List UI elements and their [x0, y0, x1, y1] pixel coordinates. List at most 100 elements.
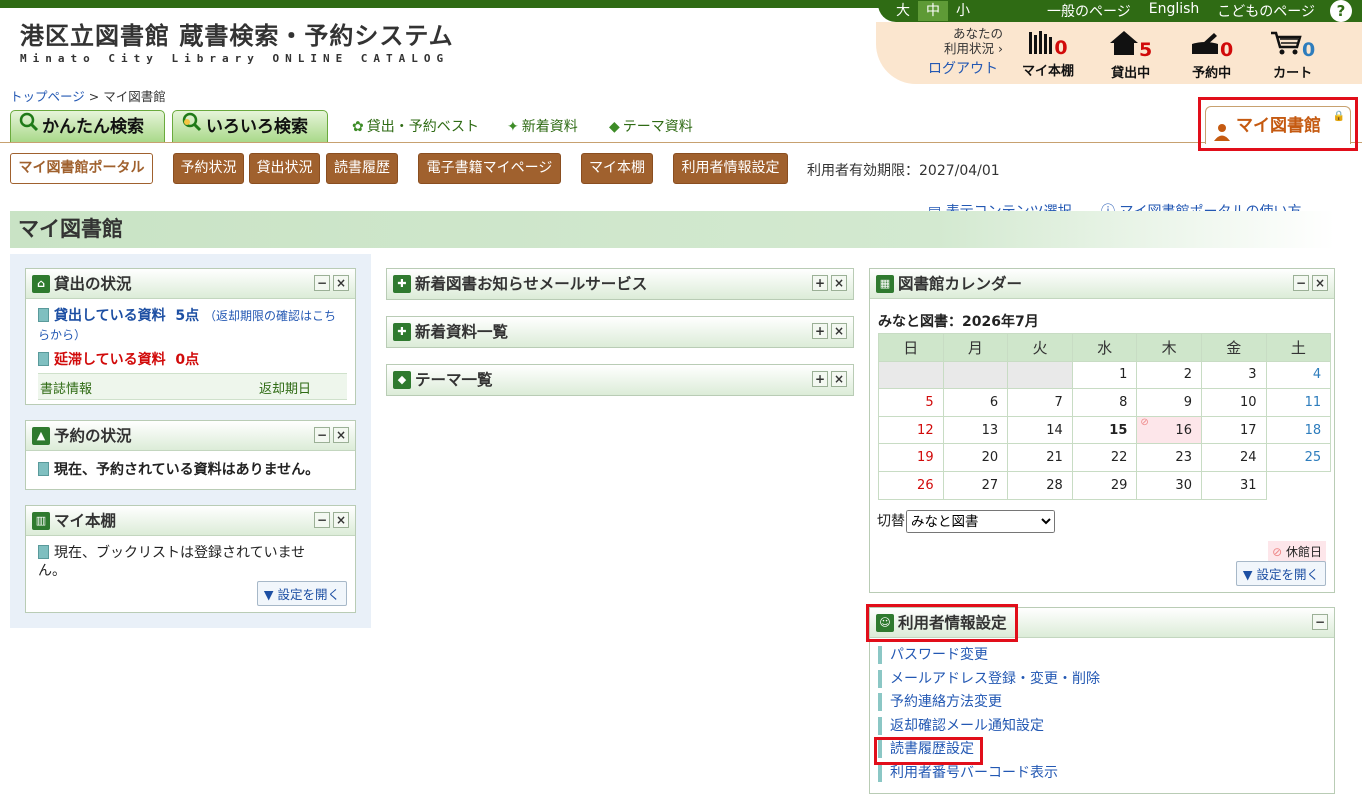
calendar-day: 9	[1136, 388, 1202, 417]
reservation-contact-link[interactable]: 予約連絡方法変更	[878, 693, 1334, 711]
calendar-week-row: 1234	[878, 360, 1332, 390]
new-items-header: ✚ 新着資料一覧 + ×	[387, 317, 853, 347]
calendar-day: 8	[1071, 388, 1138, 417]
mybookshelf-label: マイ本棚	[1022, 64, 1075, 79]
minimize-button[interactable]: −	[1312, 614, 1328, 630]
site-logo[interactable]: 港区立図書館 蔵書検索・予約システム Minato City Library O…	[20, 16, 454, 65]
weekday-header: 火	[1007, 333, 1073, 362]
reading-history-button[interactable]: 読書履歴	[326, 153, 398, 184]
breadcrumb-separator: >	[84, 89, 104, 104]
minimize-button[interactable]: −	[314, 512, 330, 528]
expand-button[interactable]: +	[812, 275, 828, 291]
english-link[interactable]: English	[1140, 1, 1209, 21]
tab-advanced-search-label: いろいろ検索	[206, 117, 308, 137]
calendar-widget: ▦ 図書館カレンダー − × みなと図書：2026年7月 日月火水木金土 123…	[869, 268, 1335, 593]
bookshelf-icon	[1028, 30, 1054, 59]
portal-button[interactable]: マイ図書館ポータル	[10, 153, 153, 184]
overdue-label: 延滞している資料	[54, 352, 166, 368]
calendar-title: 図書館カレンダー	[898, 275, 1023, 293]
close-button[interactable]: ×	[831, 371, 847, 387]
calendar-day: 23	[1136, 443, 1202, 472]
expand-button[interactable]: +	[812, 371, 828, 387]
tab-simple-search[interactable]: かんたん検索	[10, 110, 165, 143]
cart-count: 0	[1302, 39, 1316, 61]
calendar-day: 4	[1265, 360, 1332, 390]
closed-icon: ⊘	[1272, 545, 1283, 559]
close-button[interactable]: ×	[1312, 275, 1328, 291]
closed-day-icon: ⊘	[1140, 416, 1149, 428]
calendar-weekday-row: 日月火水木金土	[878, 333, 1332, 362]
help-icon[interactable]: ?	[1330, 0, 1353, 22]
font-size-small[interactable]: 小	[948, 1, 978, 21]
calendar-settings-button[interactable]: ▼ 設定を開く	[1235, 561, 1326, 586]
usage-status-line1: あなたの	[952, 26, 1003, 41]
calendar-empty-cell	[942, 360, 1009, 390]
font-size-switcher: 大 中 小	[888, 1, 978, 21]
closed-legend-label: 休館日	[1285, 545, 1322, 559]
mybookshelf-status[interactable]: 0 マイ本棚	[1022, 30, 1074, 79]
widget-controls: + ×	[812, 275, 847, 291]
close-button[interactable]: ×	[831, 323, 847, 339]
top-links: 一般のページ English こどものページ	[1038, 1, 1324, 21]
overdue-row[interactable]: 延滞している資料 0点	[38, 349, 347, 369]
close-button[interactable]: ×	[831, 275, 847, 291]
ranking-link[interactable]: ✿ 貸出・予約ベスト	[352, 116, 479, 136]
calendar-empty-cell	[1266, 471, 1331, 499]
return-mail-link[interactable]: 返却確認メール通知設定	[878, 716, 1334, 735]
ebook-mypage-button[interactable]: 電子書籍マイページ	[418, 153, 561, 184]
widget-controls: −	[1312, 614, 1328, 630]
theme-items-link[interactable]: ◆ テーマ資料	[609, 116, 693, 136]
weekday-header: 土	[1265, 333, 1332, 362]
close-button[interactable]: ×	[333, 512, 349, 528]
calendar-icon: ▦	[876, 275, 894, 293]
reservation-status-button[interactable]: 予約状況	[173, 153, 244, 184]
barcode-display-link[interactable]: 利用者番号バーコード表示	[878, 763, 1334, 782]
calendar-day: ⊘ 16	[1136, 415, 1202, 445]
calendar-day: 1	[1071, 360, 1138, 390]
loan-status-title: 貸出の状況	[54, 275, 132, 293]
email-settings-link[interactable]: メールアドレス登録・変更・削除	[878, 669, 1334, 688]
borrowed-row[interactable]: 貸出している資料 5点 （返却期限の確認はこちらから）	[38, 307, 347, 345]
minimize-button[interactable]: −	[1293, 275, 1309, 291]
calendar-day: 19	[878, 443, 944, 472]
minimize-button[interactable]: −	[314, 275, 330, 291]
font-size-large[interactable]: 大	[888, 1, 918, 21]
new-items-link[interactable]: ✦ 新着資料	[507, 116, 578, 136]
close-button[interactable]: ×	[333, 275, 349, 291]
usage-status-panel: あなたの 利用状況 › ログアウト 0 マイ本棚 5 貸出中 0 予約中 0 カ…	[876, 22, 1362, 84]
search-icon	[19, 111, 39, 144]
reserve-icon	[1190, 30, 1220, 61]
bookshelf-settings-button[interactable]: ▼ 設定を開く	[256, 581, 347, 606]
calendar-day: 22	[1071, 443, 1138, 472]
library-select[interactable]: みなと図書	[906, 510, 1055, 533]
tag-icon: ◆	[609, 119, 620, 135]
loan-status-body: 貸出している資料 5点 （返却期限の確認はこちらから） 延滞している資料 0点 …	[26, 299, 355, 406]
weekday-header: 水	[1071, 333, 1138, 362]
calendar-day-number: 16	[1175, 422, 1192, 438]
expand-button[interactable]: +	[812, 323, 828, 339]
cart-label: カート	[1273, 66, 1313, 81]
highlight-my-library-tab	[1198, 97, 1358, 151]
tab-simple-search-label: かんたん検索	[42, 117, 144, 137]
kids-page-link[interactable]: こどものページ	[1208, 1, 1324, 21]
user-settings-button[interactable]: 利用者情報設定	[673, 153, 788, 184]
font-size-medium[interactable]: 中	[918, 1, 948, 21]
general-page-link[interactable]: 一般のページ	[1038, 1, 1140, 21]
logout-link[interactable]: ログアウト	[928, 58, 998, 78]
tab-advanced-search[interactable]: いろいろ検索	[172, 110, 328, 143]
breadcrumb-home-link[interactable]: トップページ	[10, 89, 85, 104]
calendar-day: 12	[878, 415, 944, 445]
borrowed-label: 貸出している資料	[54, 308, 166, 324]
loan-status-button[interactable]: 貸出状況	[249, 153, 320, 184]
borrowing-status[interactable]: 5 貸出中	[1109, 30, 1152, 81]
calendar-week-row: 26 27 28 29 30 31	[878, 470, 1331, 500]
close-button[interactable]: ×	[333, 427, 349, 443]
cart-status[interactable]: 0 カート	[1270, 30, 1315, 81]
bookshelf-widget: ▥ マイ本棚 − × 現在、ブックリストは登録されていません。 ▼ 設定を開く	[25, 505, 356, 613]
password-change-link[interactable]: パスワード変更	[878, 646, 1334, 664]
minimize-button[interactable]: −	[314, 427, 330, 443]
calendar-day: 26	[878, 470, 944, 500]
themes-header: ◆ テーマ一覧 + ×	[387, 365, 853, 395]
reserved-status[interactable]: 0 予約中	[1190, 30, 1233, 81]
mybookshelf-button[interactable]: マイ本棚	[581, 153, 653, 184]
